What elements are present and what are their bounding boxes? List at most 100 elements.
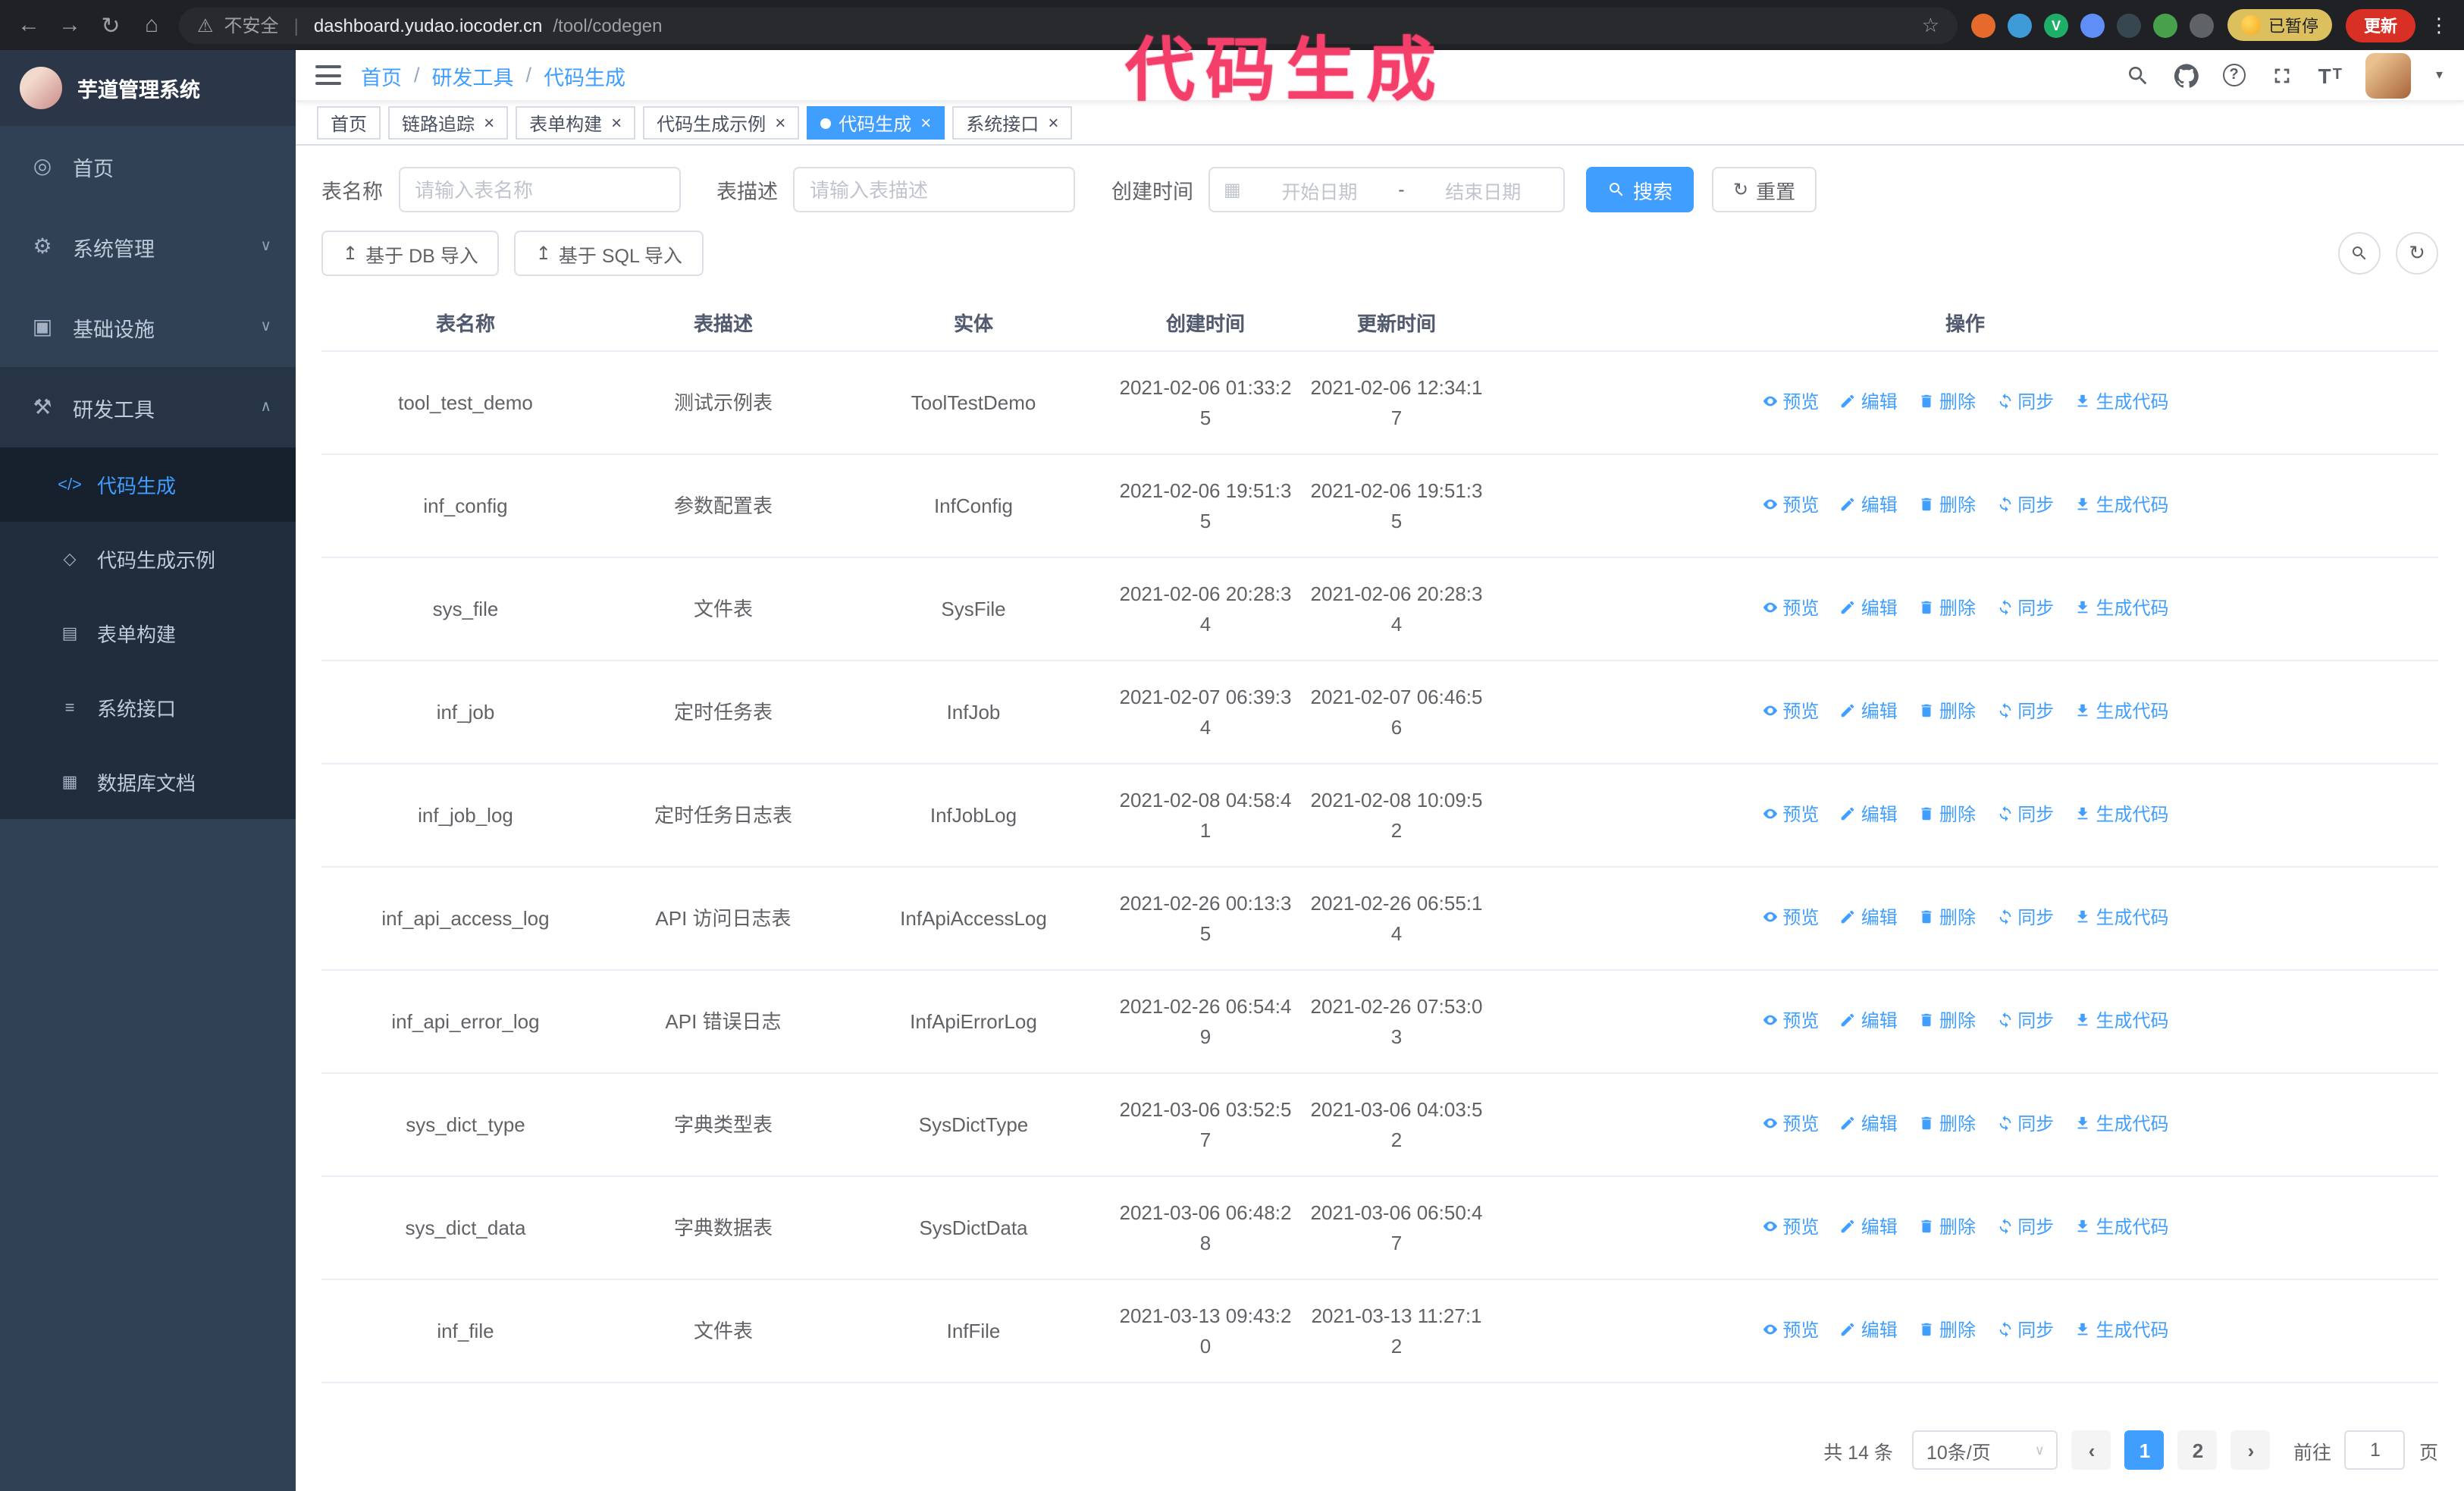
- edit-link[interactable]: 编辑: [1840, 697, 1898, 724]
- close-icon[interactable]: ×: [775, 114, 785, 132]
- fox-extension-icon[interactable]: [1971, 13, 1995, 37]
- generate-code-link[interactable]: 生成代码: [2075, 903, 2169, 931]
- tab-home[interactable]: 首页: [317, 106, 381, 140]
- leaf-extension-icon[interactable]: [2153, 13, 2177, 37]
- tab-trace[interactable]: 链路追踪 ×: [388, 106, 509, 140]
- sync-link[interactable]: 同步: [1996, 1110, 2054, 1137]
- edit-link[interactable]: 编辑: [1840, 491, 1898, 518]
- delete-link[interactable]: 删除: [1918, 1213, 1976, 1240]
- sync-link[interactable]: 同步: [1996, 491, 2054, 518]
- avatar[interactable]: [2365, 52, 2412, 98]
- table-name-input[interactable]: [398, 167, 680, 212]
- drop-extension-icon[interactable]: [2008, 13, 2032, 37]
- reset-button[interactable]: ↻ 重置: [1712, 167, 1817, 212]
- sidebar-item-db-doc[interactable]: ▦ 数据库文档: [0, 745, 296, 819]
- delete-link[interactable]: 删除: [1918, 594, 1976, 621]
- generate-code-link[interactable]: 生成代码: [2075, 800, 2169, 827]
- preview-link[interactable]: 预览: [1761, 594, 1819, 621]
- prev-page-button[interactable]: ‹: [2071, 1430, 2111, 1470]
- generate-code-link[interactable]: 生成代码: [2075, 594, 2169, 621]
- preview-link[interactable]: 预览: [1761, 1006, 1819, 1034]
- sync-link[interactable]: 同步: [1996, 1316, 2054, 1343]
- edit-link[interactable]: 编辑: [1840, 1006, 1898, 1034]
- delete-link[interactable]: 删除: [1918, 903, 1976, 931]
- import-sql-button[interactable]: ↥ 基于 SQL 导入: [514, 231, 704, 276]
- tab-api[interactable]: 系统接口 ×: [952, 106, 1073, 140]
- edit-link[interactable]: 编辑: [1840, 800, 1898, 827]
- sync-link[interactable]: 同步: [1996, 1006, 2054, 1034]
- sync-link[interactable]: 同步: [1996, 594, 2054, 621]
- github-icon[interactable]: [2174, 63, 2199, 87]
- edit-link[interactable]: 编辑: [1840, 903, 1898, 931]
- address-bar[interactable]: ⚠ 不安全 | dashboard.yudao.iocoder.cn/tool/…: [179, 7, 1958, 43]
- generate-code-link[interactable]: 生成代码: [2075, 697, 2169, 724]
- sidebar-item-form-builder[interactable]: ▤ 表单构建: [0, 596, 296, 670]
- edit-link[interactable]: 编辑: [1840, 388, 1898, 415]
- close-icon[interactable]: ×: [484, 114, 494, 132]
- edit-link[interactable]: 编辑: [1840, 594, 1898, 621]
- generate-code-link[interactable]: 生成代码: [2075, 1006, 2169, 1034]
- tab-codegen-example[interactable]: 代码生成示例 ×: [643, 106, 800, 140]
- next-page-button[interactable]: ›: [2230, 1430, 2271, 1470]
- delete-link[interactable]: 删除: [1918, 800, 1976, 827]
- sidebar-item-codegen[interactable]: </> 代码生成: [0, 447, 296, 522]
- reload-icon[interactable]: ↻: [97, 11, 124, 39]
- refresh-table-button[interactable]: ↻: [2396, 232, 2438, 275]
- page-2-button[interactable]: 2: [2177, 1430, 2218, 1470]
- edit-link[interactable]: 编辑: [1840, 1213, 1898, 1240]
- delete-link[interactable]: 删除: [1918, 491, 1976, 518]
- v-extension-icon[interactable]: V: [2044, 13, 2068, 37]
- preview-link[interactable]: 预览: [1761, 1110, 1819, 1137]
- sidebar-item-api[interactable]: ≡ 系统接口: [0, 670, 296, 745]
- sidebar-item-infra[interactable]: ▣ 基础设施 ∨: [0, 287, 296, 367]
- goto-page-input[interactable]: [2344, 1430, 2406, 1470]
- chrome-update-button[interactable]: 更新: [2346, 8, 2415, 42]
- fullscreen-icon[interactable]: [2270, 63, 2294, 87]
- toggle-search-button[interactable]: [2338, 232, 2381, 275]
- preview-link[interactable]: 预览: [1761, 491, 1819, 518]
- sync-link[interactable]: 同步: [1996, 903, 2054, 931]
- delete-link[interactable]: 删除: [1918, 697, 1976, 724]
- people-extension-icon[interactable]: [2080, 13, 2105, 37]
- preview-link[interactable]: 预览: [1761, 1316, 1819, 1343]
- generate-code-link[interactable]: 生成代码: [2075, 491, 2169, 518]
- close-icon[interactable]: ×: [611, 114, 622, 132]
- screenshot-extension-icon[interactable]: [2117, 13, 2141, 37]
- sync-link[interactable]: 同步: [1996, 697, 2054, 724]
- preview-link[interactable]: 预览: [1761, 697, 1819, 724]
- page-size-select[interactable]: 10条/页 ∨: [1912, 1430, 2058, 1470]
- table-desc-input[interactable]: [793, 167, 1075, 212]
- delete-link[interactable]: 删除: [1918, 1006, 1976, 1034]
- sync-link[interactable]: 同步: [1996, 1213, 2054, 1240]
- browser-menu-icon[interactable]: ⋮: [2429, 13, 2449, 37]
- search-button[interactable]: 搜索: [1586, 167, 1694, 212]
- sidebar-item-devtools[interactable]: ⚒ 研发工具 ∧: [0, 367, 296, 447]
- delete-link[interactable]: 删除: [1918, 1316, 1976, 1343]
- generate-code-link[interactable]: 生成代码: [2075, 1316, 2169, 1343]
- generate-code-link[interactable]: 生成代码: [2075, 388, 2169, 415]
- search-icon[interactable]: [2126, 63, 2150, 87]
- breadcrumb-devtools[interactable]: 研发工具: [432, 60, 514, 90]
- edit-link[interactable]: 编辑: [1840, 1110, 1898, 1137]
- date-range-picker[interactable]: ▦ 开始日期 - 结束日期: [1208, 167, 1565, 212]
- close-icon[interactable]: ×: [920, 114, 931, 132]
- import-db-button[interactable]: ↥ 基于 DB 导入: [321, 231, 500, 276]
- breadcrumb-home[interactable]: 首页: [361, 60, 402, 90]
- bookmark-star-icon[interactable]: ☆: [1922, 13, 1939, 37]
- sidebar-item-system[interactable]: ⚙ 系统管理 ∨: [0, 206, 296, 287]
- tab-form-builder[interactable]: 表单构建 ×: [516, 106, 636, 140]
- delete-link[interactable]: 删除: [1918, 388, 1976, 415]
- generate-code-link[interactable]: 生成代码: [2075, 1110, 2169, 1137]
- delete-link[interactable]: 删除: [1918, 1110, 1976, 1137]
- edit-link[interactable]: 编辑: [1840, 1316, 1898, 1343]
- caret-down-icon[interactable]: ▾: [2436, 67, 2443, 83]
- preview-link[interactable]: 预览: [1761, 1213, 1819, 1240]
- help-icon[interactable]: ?: [2222, 64, 2246, 86]
- home-icon[interactable]: ⌂: [138, 12, 165, 38]
- preview-link[interactable]: 预览: [1761, 800, 1819, 827]
- close-icon[interactable]: ×: [1048, 114, 1058, 132]
- profile-paused-chip[interactable]: 已暂停: [2227, 9, 2332, 41]
- page-1-button[interactable]: 1: [2124, 1430, 2165, 1470]
- sidebar-item-codegen-example[interactable]: ◇ 代码生成示例: [0, 522, 296, 596]
- tab-codegen[interactable]: 代码生成 ×: [807, 106, 945, 140]
